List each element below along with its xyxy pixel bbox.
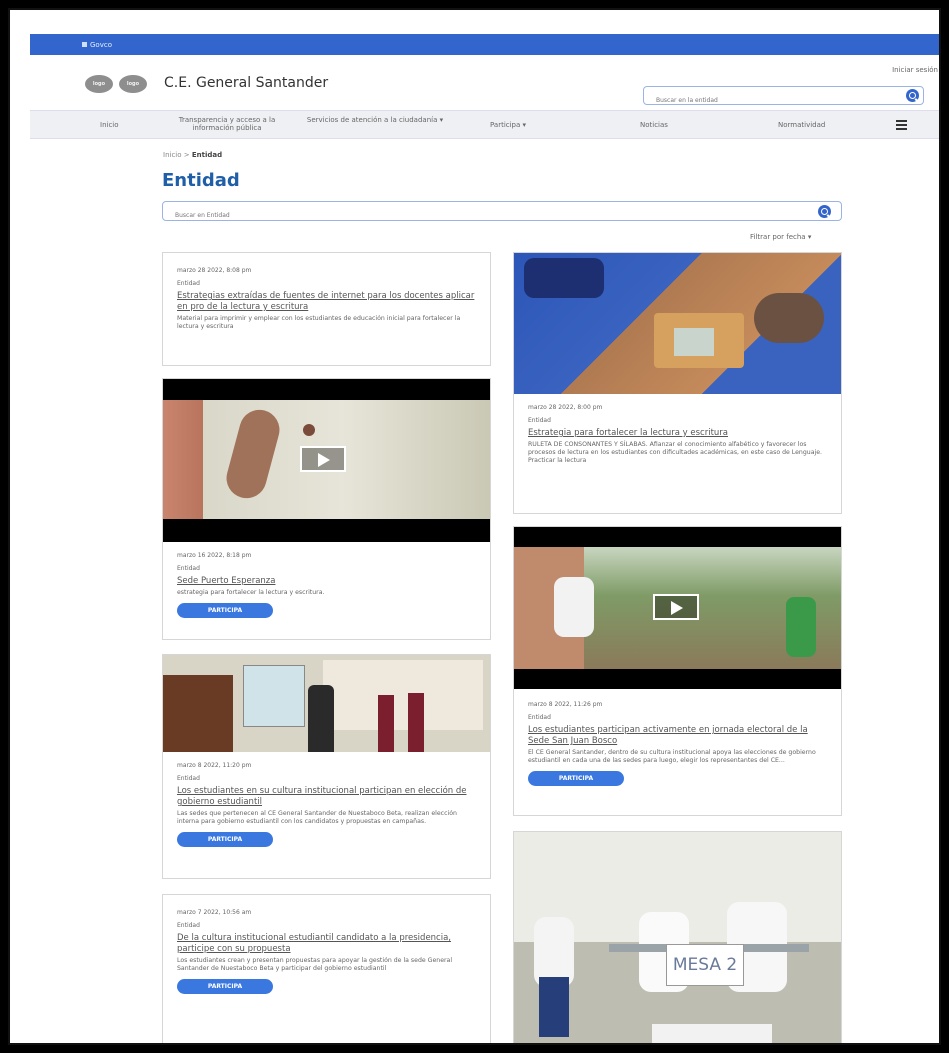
gov-label[interactable]: Govco (90, 41, 112, 49)
card-date: marzo 8 2022, 11:20 pm (177, 762, 252, 769)
card-image (163, 655, 490, 752)
card-title-link[interactable]: De la cultura institucional estudiantil … (177, 933, 480, 955)
news-card[interactable]: marzo 8 2022, 11:26 pm Entidad Los estud… (513, 526, 842, 816)
breadcrumb-home[interactable]: Inicio (163, 151, 182, 159)
card-title-link[interactable]: Sede Puerto Esperanza (177, 576, 480, 587)
card-description: RULETA DE CONSONANTES Y SÍLABAS. Afianza… (528, 441, 822, 464)
card-title-link[interactable]: Los estudiantes en su cultura institucio… (177, 786, 480, 808)
card-image (514, 253, 841, 394)
nav-item-noticias[interactable]: Noticias (640, 121, 668, 129)
nav-item-normatividad[interactable]: Normatividad (778, 121, 825, 129)
card-date: marzo 28 2022, 8:00 pm (528, 404, 603, 411)
screenshot-frame: Govco logo logo C.E. General Santander I… (8, 8, 941, 1045)
breadcrumb: Inicio > Entidad (163, 151, 222, 159)
gov-icon (82, 42, 87, 47)
card-title-link[interactable]: Los estudiantes participan activamente e… (528, 725, 831, 747)
card-description: Las sedes que pertenecen al CE General S… (177, 810, 457, 825)
news-card[interactable]: marzo 16 2022, 8:18 pm Entidad Sede Puer… (162, 378, 491, 640)
news-card[interactable]: marzo 28 2022, 8:08 pm Entidad Estrategi… (162, 252, 491, 366)
nav-item-participa[interactable]: Participa ▾ (490, 121, 526, 129)
news-card[interactable]: marzo 8 2022, 11:20 pm Entidad Los estud… (162, 654, 491, 879)
gov-topbar: Govco (30, 34, 939, 55)
logo-icon[interactable]: logo (119, 75, 147, 93)
card-date: marzo 16 2022, 8:18 pm (177, 552, 252, 559)
date-filter[interactable]: Filtrar por fecha ▾ (750, 233, 811, 241)
entity-search-button[interactable] (818, 205, 831, 218)
card-image: MESA 2 (514, 832, 841, 1043)
card-tag: Entidad (177, 565, 200, 572)
header-search (643, 86, 924, 109)
card-tag: Entidad (528, 714, 551, 721)
video-thumbnail[interactable] (163, 379, 490, 542)
search-icon (909, 92, 916, 99)
card-description: El CE General Santander, dentro de su cu… (528, 749, 816, 764)
card-tag: Entidad (177, 280, 200, 287)
participa-button[interactable]: PARTICIPA (177, 832, 273, 847)
play-icon[interactable] (300, 446, 346, 472)
entity-search (162, 201, 842, 225)
card-tag: Entidad (177, 922, 200, 929)
page-title: Entidad (162, 170, 240, 191)
logo-icon[interactable]: logo (85, 75, 113, 93)
card-title-link[interactable]: Estrategia para fortalecer la lectura y … (528, 428, 831, 439)
news-card[interactable]: marzo 7 2022, 10:56 am Entidad De la cul… (162, 894, 491, 1043)
news-card[interactable]: marzo 28 2022, 8:00 pm Entidad Estrategi… (513, 252, 842, 514)
card-date: marzo 28 2022, 8:08 pm (177, 267, 252, 274)
card-tag: Entidad (528, 417, 551, 424)
nav-item-transparencia[interactable]: Transparencia y acceso a la información … (162, 116, 292, 132)
page: Govco logo logo C.E. General Santander I… (30, 34, 939, 1043)
participa-button[interactable]: PARTICIPA (528, 771, 624, 786)
breadcrumb-separator: > (183, 151, 190, 159)
mesa-sign: MESA 2 (666, 944, 744, 986)
card-title-link[interactable]: Estrategias extraídas de fuentes de inte… (177, 291, 480, 313)
site-title[interactable]: C.E. General Santander (164, 75, 328, 91)
card-description: estrategia para fortalecer la lectura y … (177, 589, 325, 596)
card-date: marzo 8 2022, 11:26 pm (528, 701, 603, 708)
participa-button[interactable]: PARTICIPA (177, 603, 273, 618)
participa-button[interactable]: PARTICIPA (177, 979, 273, 994)
nav-item-inicio[interactable]: Inicio (100, 121, 119, 129)
breadcrumb-current: Entidad (191, 151, 223, 159)
news-card[interactable]: MESA 2 (513, 831, 842, 1043)
search-button[interactable] (906, 89, 919, 102)
logos: logo logo (85, 75, 153, 93)
card-tag: Entidad (177, 775, 200, 782)
main-nav: Inicio Transparencia y acceso a la infor… (30, 110, 939, 139)
header-search-input[interactable] (654, 92, 888, 109)
menu-icon[interactable] (896, 120, 907, 132)
login-link[interactable]: Iniciar sesión (892, 66, 938, 74)
entity-search-input[interactable] (173, 206, 777, 225)
card-date: marzo 7 2022, 10:56 am (177, 909, 252, 916)
search-icon (821, 208, 828, 215)
card-description: Los estudiantes crean y presentan propue… (177, 957, 453, 972)
video-thumbnail[interactable] (514, 527, 841, 689)
nav-item-servicios[interactable]: Servicios de atención a la ciudadanía ▾ (305, 116, 445, 124)
card-description: Material para imprimir y emplear con los… (177, 315, 461, 330)
play-icon[interactable] (653, 594, 699, 620)
